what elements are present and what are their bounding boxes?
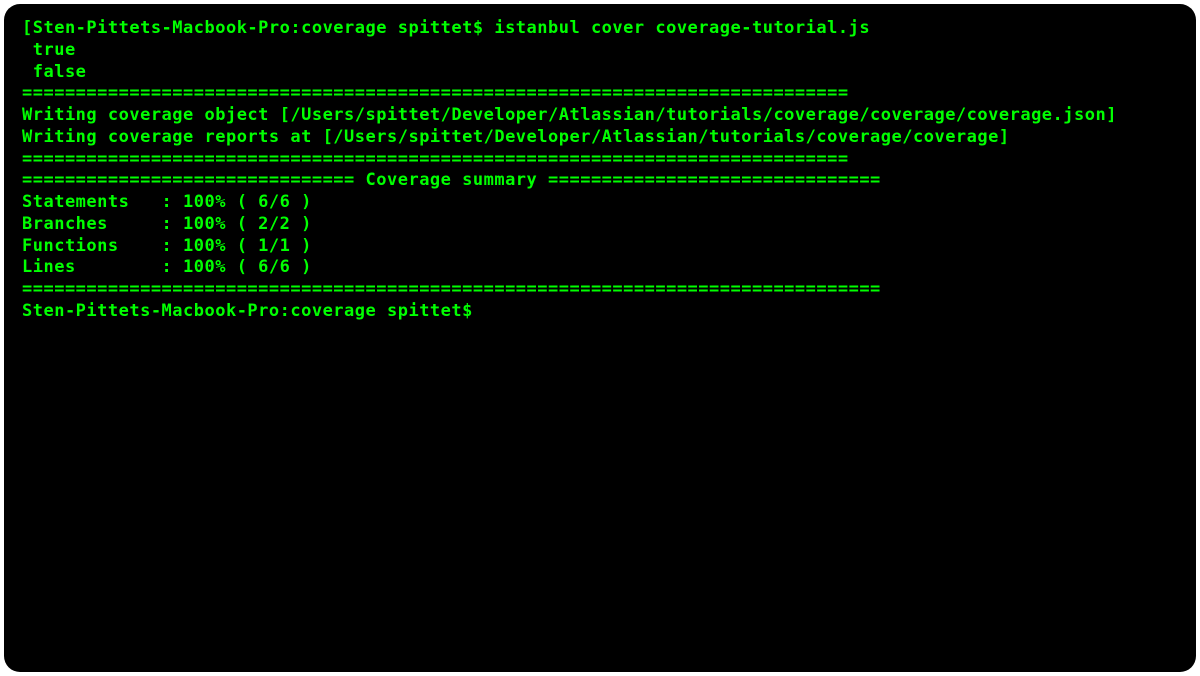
terminal-line-output: Writing coverage object [/Users/spittet/… bbox=[22, 105, 1178, 127]
terminal-line-output: true bbox=[22, 40, 1178, 62]
terminal-line-separator: ========================================… bbox=[22, 83, 1178, 105]
terminal-line-functions: Functions : 100% ( 1/1 ) bbox=[22, 236, 1178, 258]
terminal-window[interactable]: [Sten-Pittets-Macbook-Pro:coverage spitt… bbox=[4, 4, 1196, 672]
terminal-line-summary-header: =============================== Coverage… bbox=[22, 170, 1178, 192]
terminal-line-statements: Statements : 100% ( 6/6 ) bbox=[22, 192, 1178, 214]
terminal-line-prompt[interactable]: Sten-Pittets-Macbook-Pro:coverage spitte… bbox=[22, 301, 1178, 323]
terminal-line-separator: ========================================… bbox=[22, 149, 1178, 171]
terminal-line-output: Writing coverage reports at [/Users/spit… bbox=[22, 127, 1178, 149]
terminal-line-prompt-command: [Sten-Pittets-Macbook-Pro:coverage spitt… bbox=[22, 18, 1178, 40]
terminal-line-branches: Branches : 100% ( 2/2 ) bbox=[22, 214, 1178, 236]
terminal-line-lines: Lines : 100% ( 6/6 ) bbox=[22, 257, 1178, 279]
terminal-line-separator: ========================================… bbox=[22, 279, 1178, 301]
terminal-line-output: false bbox=[22, 62, 1178, 84]
